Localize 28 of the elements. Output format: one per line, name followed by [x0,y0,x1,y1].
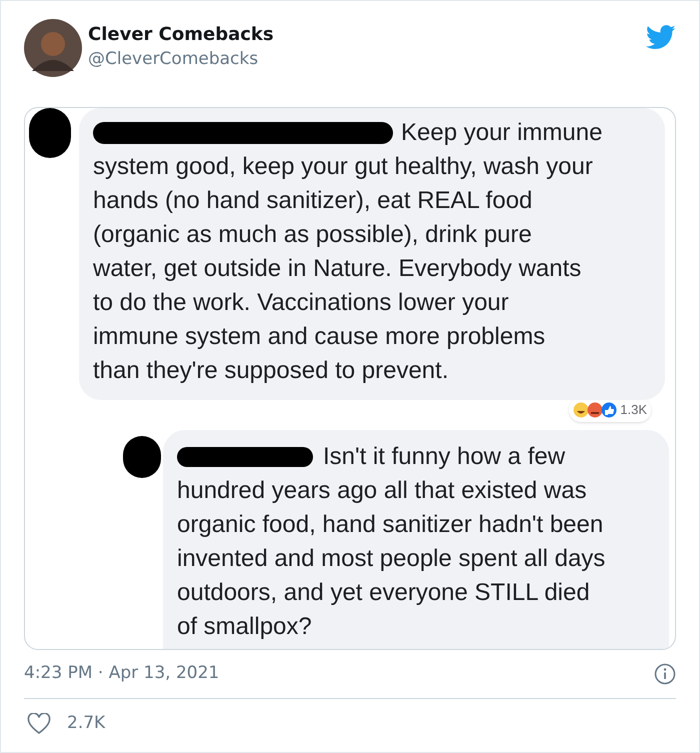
comment-text-line: (organic as much as possible), drink pure [93,220,532,250]
embedded-screenshot[interactable] [24,107,676,650]
comment-text-line: water, get outside in Nature. Everybody wants [93,254,582,284]
info-icon[interactable] [654,663,676,685]
comment-text-line: to do the work. Vaccinations lower your [93,288,509,318]
comment-text-line: than they're supposed to prevent. [93,356,448,386]
author-name[interactable]: Clever Comebacks [88,23,274,47]
like-count: 2.7K [67,712,106,735]
comment-text-line: organic food, hand sanitizer hadn't been [177,510,604,540]
comment-text-line: outdoors, and yet everyone STILL died [177,578,590,608]
redacted-avatar [29,108,71,158]
bird-icon[interactable] [646,25,676,50]
comment-text-line: hands (no hand sanitizer), eat REAL food [93,186,532,216]
tweet-timestamp[interactable]: 4:23 PM · Apr 13, 2021 [24,661,220,687]
reaction-emoji-icons [573,402,618,418]
comment-text-line: immune system and cause more problems [93,322,546,352]
comment-text-line: Keep your immune [401,118,602,148]
comment-text-line: Isn't it funny how a few [323,442,566,472]
comment-text-line: system good, keep your gut healthy, wash your [93,152,593,182]
heart-icon[interactable] [27,712,51,735]
avatar[interactable] [24,19,82,77]
author-handle[interactable]: @CleverComebacks [88,47,274,71]
comment-text-line: of smallpox? [177,612,312,642]
redacted-avatar [123,436,161,478]
reaction-summary[interactable]: 1.3K [569,398,651,422]
comment-text-line: hundred years ago all that existed was [177,476,587,506]
reaction-count: 1.3K [620,401,647,419]
comment-text-line: invented and most people spent all days [177,544,606,574]
